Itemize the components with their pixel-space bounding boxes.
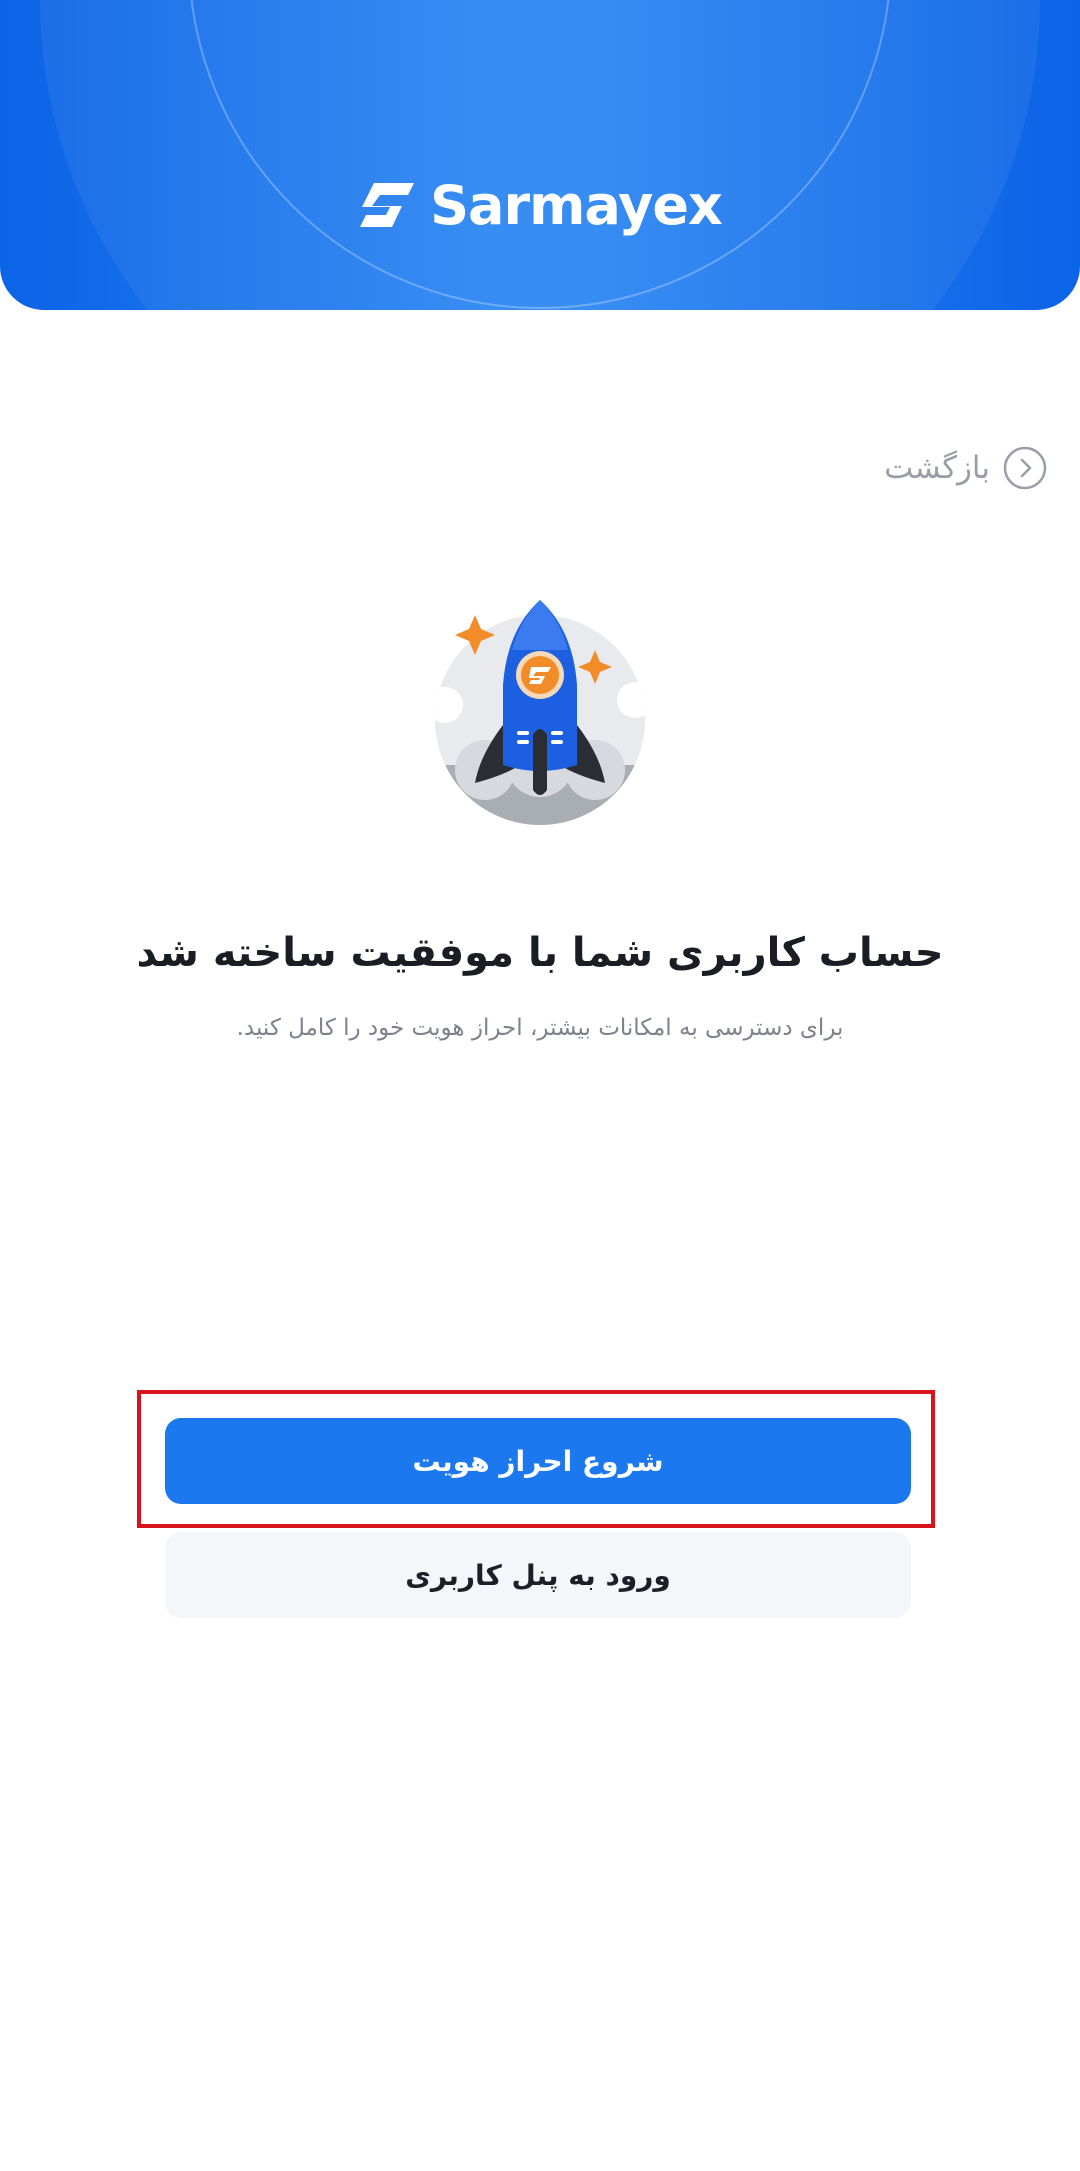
- rocket-launch-icon: [425, 595, 655, 835]
- success-title: حساب کاربری شما با موفقیت ساخته شد: [136, 930, 944, 976]
- app-header: Sarmayex: [0, 0, 1080, 310]
- sarmayex-logo-icon: [358, 180, 416, 230]
- success-subtitle: برای دسترسی به امکانات بیشتر، احراز هویت…: [236, 1015, 844, 1041]
- brand-logo: Sarmayex: [0, 170, 1080, 240]
- back-button[interactable]: بازگشت: [884, 445, 1048, 491]
- brand-name: Sarmayex: [430, 173, 723, 237]
- enter-user-panel-button[interactable]: ورود به پنل کاربری: [165, 1532, 911, 1618]
- back-label: بازگشت: [884, 450, 990, 486]
- start-verification-button[interactable]: شروع احراز هویت: [165, 1418, 911, 1504]
- chevron-right-circle-icon: [1002, 445, 1048, 491]
